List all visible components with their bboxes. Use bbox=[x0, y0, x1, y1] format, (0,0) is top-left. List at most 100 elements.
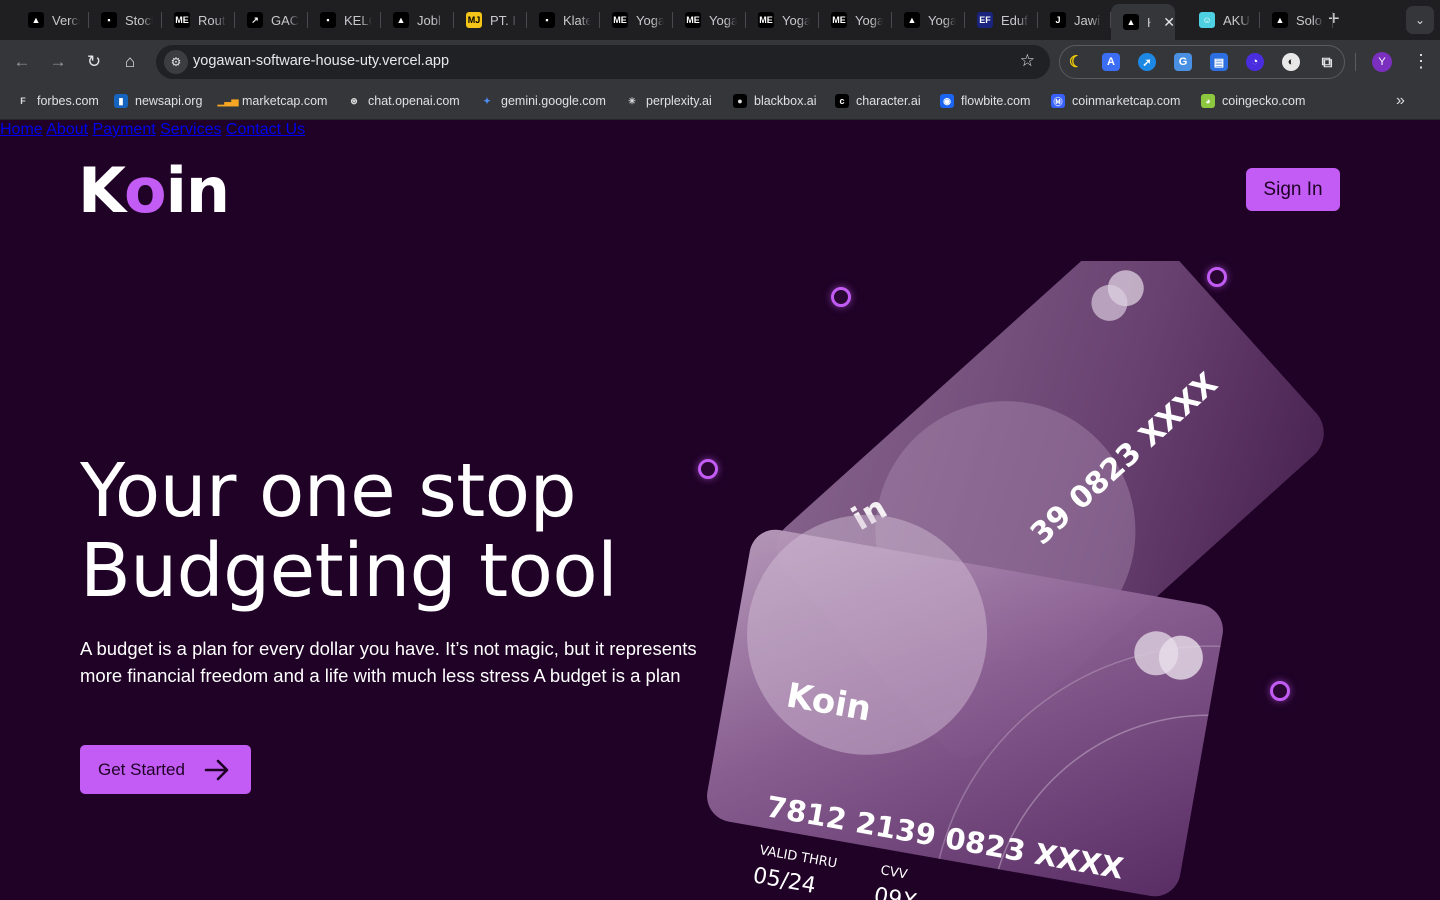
nav-about[interactable]: About bbox=[46, 121, 88, 138]
shield-extension-icon[interactable]: ◐ bbox=[1282, 53, 1300, 71]
bookmark-item[interactable]: ● blackbox.ai bbox=[733, 94, 817, 108]
tab-title: Solo bbox=[1296, 12, 1323, 28]
browser-tab[interactable]: ME Route bbox=[162, 6, 235, 34]
tab-title: Yoga bbox=[855, 12, 883, 28]
tab-title: Yoga bbox=[636, 12, 664, 28]
dark-mode-extension-icon[interactable]: ☾ bbox=[1067, 53, 1085, 71]
puzzle-extensions-icon[interactable]: ⧉ bbox=[1318, 53, 1336, 71]
bookmark-item[interactable]: c character.ai bbox=[835, 94, 921, 108]
bookmark-item[interactable]: ✳ perplexity.ai bbox=[625, 94, 712, 108]
browser-tab[interactable]: ▪ Klate bbox=[527, 6, 600, 34]
logo-letter-o: o bbox=[123, 154, 167, 227]
website-viewport: Koin Home About Payment Services Contact… bbox=[0, 121, 1440, 900]
profile-avatar[interactable]: Y bbox=[1372, 52, 1392, 72]
koin-logo[interactable]: Koin bbox=[78, 151, 230, 231]
bookmark-label: forbes.com bbox=[37, 94, 99, 108]
get-started-label: Get Started bbox=[98, 759, 185, 779]
hero-description: A budget is a plan for every dollar you … bbox=[80, 638, 697, 686]
tab-title: Edufi bbox=[1001, 12, 1029, 28]
tab-search-button[interactable]: ⌄ bbox=[1406, 6, 1434, 34]
perplexity-icon: ✳ bbox=[628, 95, 636, 106]
dark-app-icon: ▪ bbox=[101, 12, 117, 28]
browser-tab[interactable]: ▪ KELC bbox=[308, 6, 381, 34]
close-tab-icon[interactable]: ✕ bbox=[1163, 14, 1175, 31]
translate-a-extension-icon[interactable]: A bbox=[1102, 53, 1120, 71]
dark-app-icon: ▪ bbox=[320, 12, 336, 28]
blackbox-icon: ● bbox=[733, 94, 747, 108]
reload-icon[interactable]: ↻ bbox=[84, 52, 104, 72]
nav-home[interactable]: Home bbox=[0, 121, 43, 138]
sign-in-button[interactable]: Sign In bbox=[1246, 168, 1340, 211]
browser-tab[interactable]: ME Yoga bbox=[600, 6, 673, 34]
tab-title: Klate bbox=[563, 12, 591, 28]
browser-tab[interactable]: ME Yoga bbox=[673, 6, 746, 34]
openai-icon: ⊛ bbox=[350, 95, 358, 106]
bookmark-item[interactable]: Ⓜcoinmarketcap.com bbox=[1051, 94, 1180, 108]
browser-tab[interactable]: ▪ Stock bbox=[89, 6, 162, 34]
bookmark-label: perplexity.ai bbox=[646, 94, 712, 108]
tab-title: Jobl bbox=[417, 12, 441, 28]
browser-tab[interactable]: ▲ K ✕ bbox=[1111, 4, 1175, 40]
bookmark-item[interactable]: ▮ newsapi.org bbox=[114, 94, 202, 108]
bookmark-item[interactable]: ⊛ chat.openai.com bbox=[347, 94, 460, 108]
browser-tab[interactable]: ▲ Vercel bbox=[16, 6, 89, 34]
newsapi-icon: ▮ bbox=[114, 94, 128, 108]
forward-icon[interactable]: → bbox=[48, 52, 68, 72]
tab-title: Stock bbox=[125, 12, 153, 28]
bookmarks-bar: » Fforbes.com ▮ newsapi.org ▁▃▅ marketcap.co… bbox=[0, 84, 1440, 120]
bookmark-item[interactable]: ◕ coingecko.com bbox=[1201, 94, 1305, 108]
bookmark-label: character.ai bbox=[856, 94, 921, 108]
browser-tab[interactable]: ☺ AKU bbox=[1187, 6, 1260, 34]
nav-contact-us[interactable]: Contact Us bbox=[226, 121, 305, 138]
hero-title-line-2: Budgeting tool bbox=[80, 528, 618, 614]
browser-tab[interactable]: ▲ Yoga bbox=[892, 6, 965, 34]
bookmark-label: coingecko.com bbox=[1222, 94, 1306, 108]
browser-menu-icon[interactable]: ⋮ bbox=[1412, 50, 1430, 72]
browser-tab[interactable]: ↗ GAC bbox=[235, 6, 308, 34]
tab-title: Jawi bbox=[1074, 12, 1101, 28]
vercel-icon: ▲ bbox=[1123, 14, 1139, 30]
hero-title: Your one stop Budgeting tool bbox=[80, 451, 740, 611]
browser-tab[interactable]: MJ PT. I bbox=[454, 6, 527, 34]
valid-thru-value: 05/24 bbox=[751, 863, 818, 899]
vercel-icon: ▲ bbox=[393, 12, 409, 28]
compass-extension-icon[interactable]: ➚ bbox=[1138, 53, 1156, 71]
bookmark-star-icon[interactable]: ☆ bbox=[1020, 51, 1035, 71]
tab-separator bbox=[1332, 12, 1333, 28]
browser-tab[interactable]: EF Edufi bbox=[965, 6, 1038, 34]
home-icon[interactable]: ⌂ bbox=[120, 52, 140, 72]
get-started-button[interactable]: Get Started bbox=[80, 745, 251, 794]
me-icon: ME bbox=[831, 12, 847, 28]
mj-icon: MJ bbox=[466, 12, 482, 28]
logo-letter-k: K bbox=[78, 154, 125, 227]
bookmark-item[interactable]: Fforbes.com bbox=[16, 94, 99, 108]
main-nav: Home About Payment Services Contact Us bbox=[0, 121, 1440, 139]
browser-tab[interactable]: ▲ Jobl bbox=[381, 6, 454, 34]
cvv-value: 09X bbox=[872, 883, 919, 900]
browser-tab[interactable]: ME Yoga bbox=[746, 6, 819, 34]
bookmark-label: blackbox.ai bbox=[754, 94, 817, 108]
tab-title: Route bbox=[198, 12, 226, 28]
bookmark-item[interactable]: ▁▃▅ marketcap.com bbox=[218, 94, 328, 108]
browser-tab[interactable]: J Jawi bbox=[1038, 6, 1111, 34]
bookmark-item[interactable]: ◉ flowbite.com bbox=[940, 94, 1030, 108]
nav-payment[interactable]: Payment bbox=[93, 121, 156, 138]
vercel-icon: ▲ bbox=[904, 12, 920, 28]
back-icon[interactable]: ← bbox=[12, 52, 32, 72]
gemini-icon: ✦ bbox=[483, 95, 491, 106]
more-bookmarks-icon[interactable]: » bbox=[1396, 92, 1405, 110]
site-info-icon[interactable]: ⚙ bbox=[164, 50, 188, 74]
toolbar-divider bbox=[1355, 53, 1356, 71]
url-text[interactable]: yogawan-software-house-uty.vercel.app bbox=[193, 53, 449, 69]
coingecko-icon: ◕ bbox=[1201, 94, 1215, 108]
bookmark-item[interactable]: ✦ gemini.google.com bbox=[480, 94, 606, 108]
address-bar[interactable]: ⚙ yogawan-software-house-uty.vercel.app … bbox=[156, 45, 1050, 79]
pie-extension-icon[interactable]: ◔ bbox=[1246, 53, 1264, 71]
browser-tab[interactable]: ▲ Solo bbox=[1260, 6, 1333, 34]
tab-title: KELC bbox=[344, 12, 372, 28]
browser-tab[interactable]: ME Yoga bbox=[819, 6, 892, 34]
google-translate-extension-icon[interactable]: G bbox=[1174, 53, 1192, 71]
docs-extension-icon[interactable]: ▤ bbox=[1210, 53, 1228, 71]
me-icon: ME bbox=[758, 12, 774, 28]
nav-services[interactable]: Services bbox=[160, 121, 221, 138]
